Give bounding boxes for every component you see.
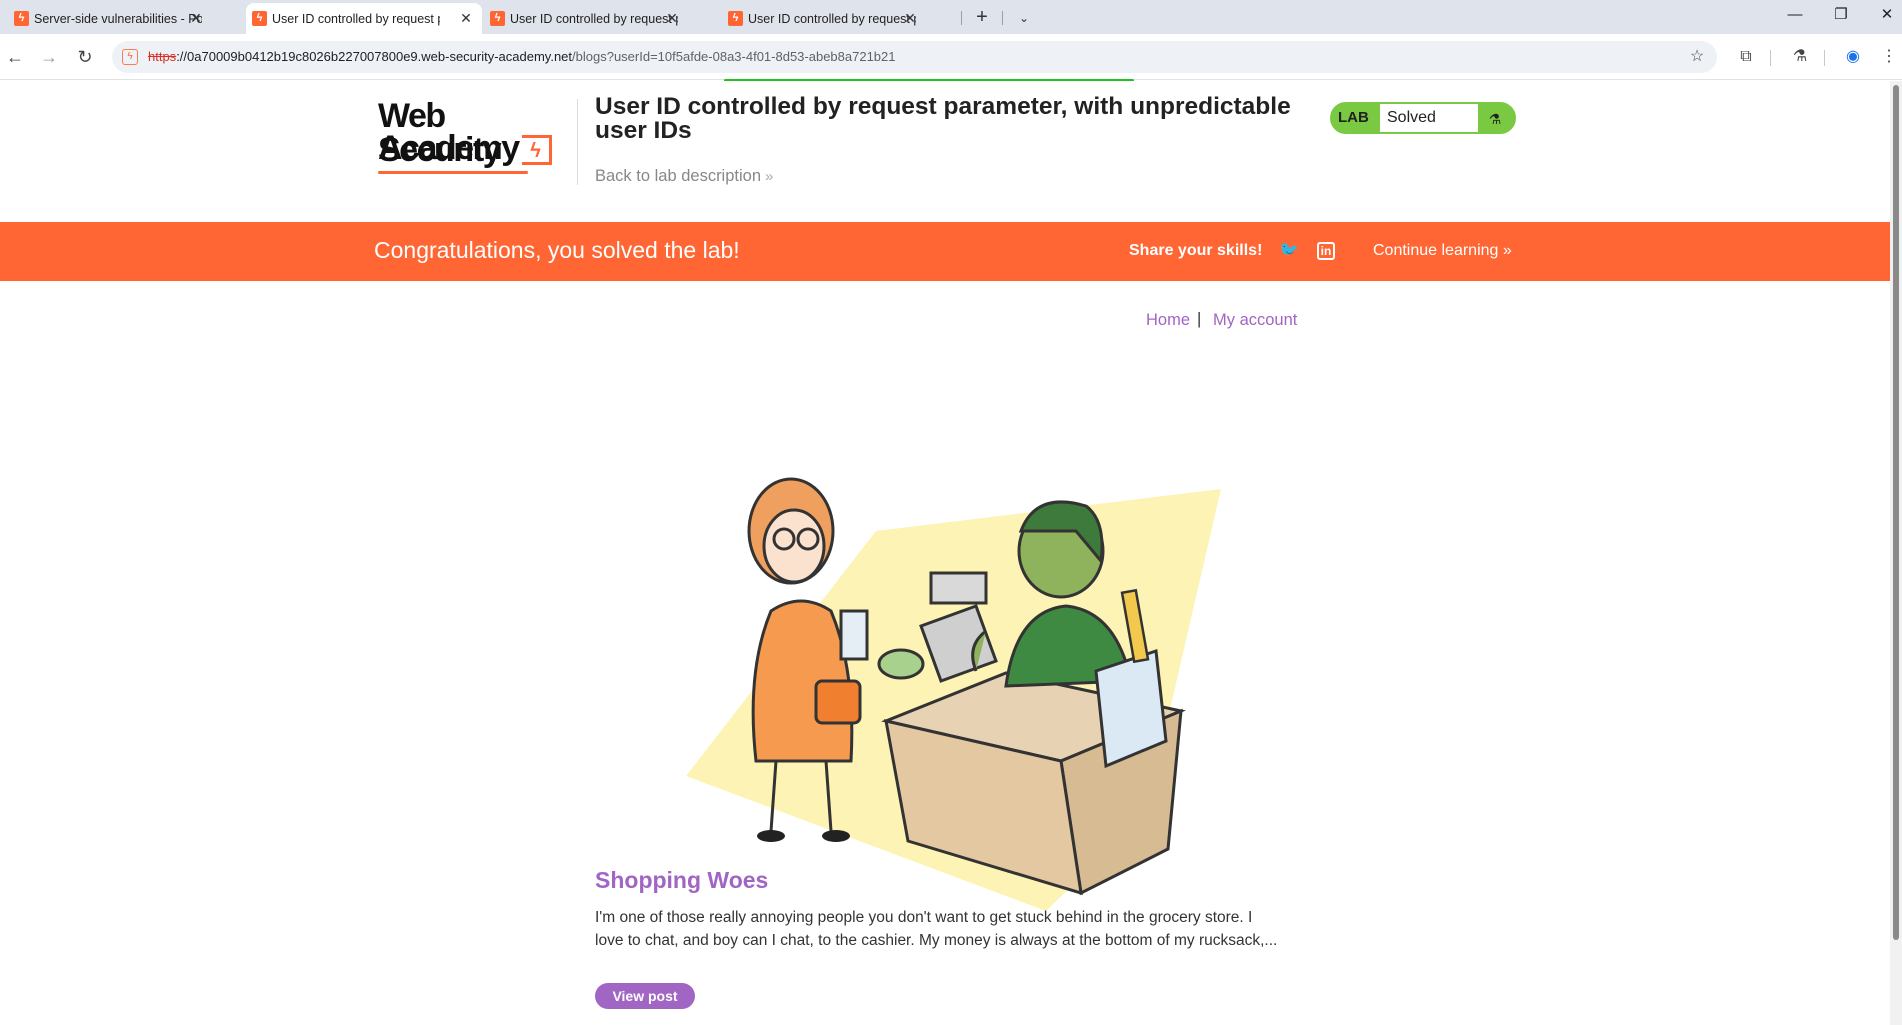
url-scheme: https [148,49,177,64]
window-close-icon[interactable]: ✕ [1864,0,1902,30]
logo-swoosh [378,171,528,174]
tab-separator [1002,11,1003,25]
tab-active[interactable]: ϟ User ID controlled by request p ✕ [246,3,482,34]
my-account-link[interactable]: My account [1213,311,1297,330]
reload-icon[interactable]: ↻ [72,44,98,70]
lightning-bolt-icon: ϟ [522,135,552,165]
restore-icon[interactable]: ❐ [1818,0,1864,30]
header-divider [577,99,578,185]
new-tab-button[interactable]: + [970,6,994,30]
page-scrollbar[interactable] [1890,81,1902,1025]
tab-title: User ID controlled by request p [510,11,678,26]
tab-lab-2[interactable]: ϟ User ID controlled by request p ✕ [484,3,688,34]
url-path: /blogs?userId=10f5afde-08a3-4f01-8d53-ab… [572,49,896,64]
tab-server-side[interactable]: ϟ Server-side vulnerabilities - Por ✕ [8,3,212,34]
bookmark-star-icon[interactable]: ☆ [1684,44,1710,70]
tab-strip: ϟ Server-side vulnerabilities - Por ✕ ϟ … [0,0,1902,34]
solved-banner: Congratulations, you solved the lab! Sha… [0,222,1890,281]
tab-separator [961,11,962,25]
back-link-label: Back to lab description [595,167,762,185]
burp-favicon-icon: ϟ [728,11,743,26]
blog-post-image[interactable] [676,411,1236,911]
minimize-icon[interactable]: — [1772,0,1818,30]
tab-title: User ID controlled by request p [272,11,440,26]
extensions-icon[interactable]: ⧉ [1733,44,1759,70]
profile-avatar-icon[interactable]: ◉ [1840,44,1866,70]
lab-title: User ID controlled by request parameter,… [595,93,1291,144]
flask-icon: ⚗ [1488,111,1502,127]
tab-search-chevron-icon[interactable]: ⌄ [1012,6,1036,30]
nav-separator: | [1197,310,1202,328]
post-title-link[interactable]: Shopping Woes [595,867,768,894]
more-menu-icon[interactable]: ⋮ [1876,44,1902,70]
site-info-icon[interactable]: ϟ [122,49,138,65]
close-tab-icon[interactable]: ✕ [902,10,918,26]
double-chevron-right-icon: » [765,168,774,185]
address-bar[interactable]: ϟ https://0a70009b0412b19c8026b227007800… [112,41,1717,82]
forward-arrow-icon[interactable]: → [36,44,62,70]
close-tab-icon[interactable]: ✕ [664,10,680,26]
tab-lab-3[interactable]: ϟ User ID controlled by request p ✕ [722,3,926,34]
url-text[interactable]: https://0a70009b0412b19c8026b227007800e9… [148,49,896,64]
tab-title: User ID controlled by request p [748,11,916,26]
logo-line-2: Academy [378,129,520,167]
home-link[interactable]: Home [1146,311,1190,330]
burp-favicon-icon: ϟ [14,11,29,26]
share-skills-label: Share your skills! [1129,242,1263,259]
labs-flask-icon[interactable]: ⚗ [1787,44,1813,70]
twitter-icon[interactable]: 🐦 [1278,240,1300,262]
back-arrow-icon[interactable]: ← [2,44,28,70]
post-summary: I'm one of those really annoying people … [595,909,1278,949]
scrollbar-thumb[interactable] [1893,85,1899,940]
lab-status-text: Solved [1380,104,1478,132]
toolbar-separator [1824,50,1825,66]
continue-learning-label: Continue learning [1373,242,1499,259]
burp-favicon-icon: ϟ [490,11,505,26]
web-security-academy-logo[interactable]: Web Security Academy ϟ [378,99,558,179]
lab-badge-label: LAB [1338,109,1369,126]
view-post-button[interactable]: View post [595,983,695,1009]
browser-toolbar: ← → ↻ ϟ https://0a70009b0412b19c8026b227… [0,34,1902,82]
close-tab-icon[interactable]: ✕ [188,10,204,26]
web-page: Web Security Academy ϟ User ID controlle… [0,81,1890,1025]
linkedin-icon[interactable]: in [1317,242,1335,260]
double-chevron-right-icon: » [1502,242,1512,259]
burp-favicon-icon: ϟ [252,11,267,26]
lab-status-badge: LAB Solved ⚗ [1330,102,1516,134]
back-to-lab-description-link[interactable]: Back to lab description» [595,167,773,186]
tab-title: Server-side vulnerabilities - Por [34,11,202,26]
close-tab-icon[interactable]: ✕ [458,10,474,26]
continue-learning-link[interactable]: Continue learning » [1373,242,1512,260]
congratulations-message: Congratulations, you solved the lab! [374,237,740,263]
url-host: ://0a70009b0412b19c8026b227007800e9.web-… [176,49,573,64]
toolbar-separator [1770,50,1771,66]
